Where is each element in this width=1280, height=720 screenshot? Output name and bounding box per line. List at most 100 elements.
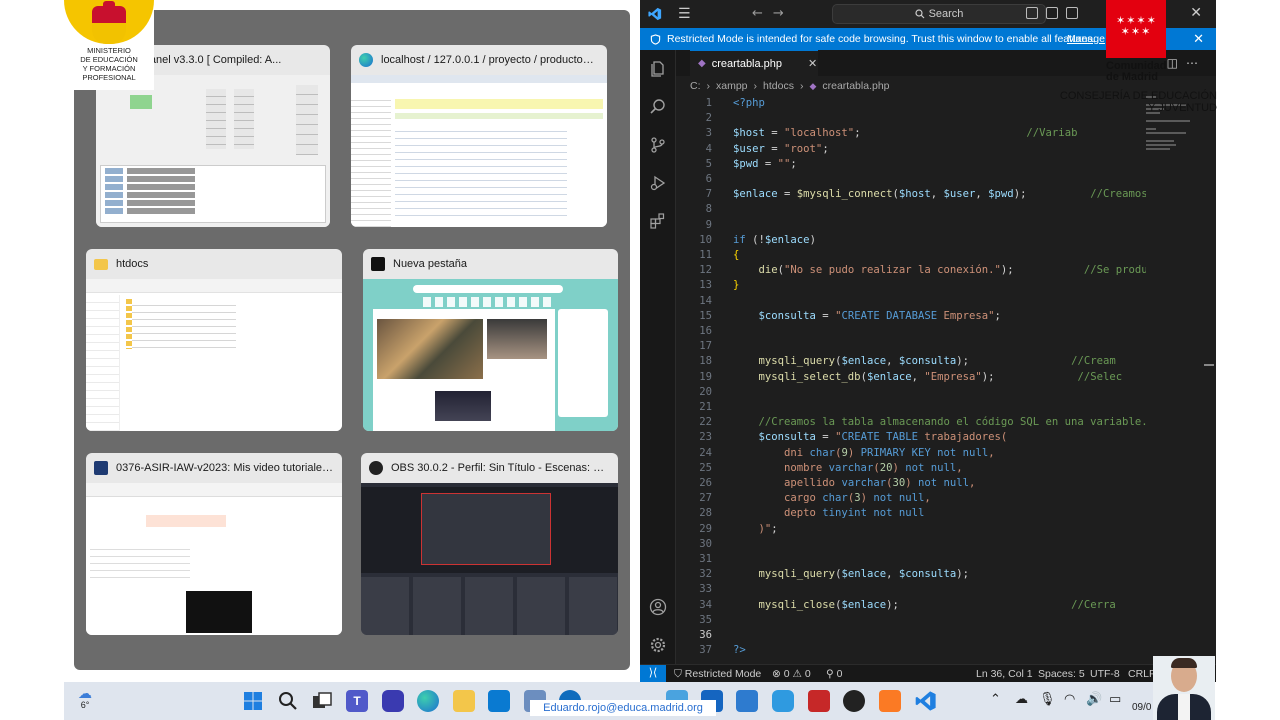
breadcrumb-item[interactable]: xampp (716, 80, 748, 92)
code-line[interactable]: 18 mysqli_query($enlace, $consulta); //C… (676, 354, 1146, 369)
code-line[interactable]: 33 (676, 582, 1146, 597)
zoom-meeting-icon[interactable] (382, 690, 404, 712)
code-line[interactable]: 19 mysqli_select_db($enlace, "Empresa");… (676, 370, 1146, 385)
edge-icon[interactable] (417, 690, 439, 712)
code-line[interactable]: 8 (676, 202, 1146, 217)
toggle-sidebar-icon[interactable] (1026, 7, 1038, 19)
account-icon[interactable] (649, 598, 667, 616)
onedrive-icon[interactable]: ☁ (1015, 692, 1028, 707)
code-line[interactable]: 21 (676, 400, 1146, 415)
toggle-panel-icon[interactable] (1046, 7, 1058, 19)
line-number: 32 (699, 568, 712, 581)
breadcrumb-item[interactable]: creartabla.php (822, 80, 889, 92)
breadcrumb-item[interactable]: htdocs (763, 80, 794, 92)
task-window-new-tab[interactable]: Nueva pestaña (363, 249, 618, 431)
restricted-mode-status[interactable]: ⛉ Restricted Mode (674, 668, 761, 681)
code-line[interactable]: 27 cargo char(3) not null, (676, 491, 1146, 506)
window-preview (363, 279, 618, 431)
source-control-icon[interactable] (649, 136, 667, 154)
search-icon[interactable] (277, 690, 299, 712)
weather-widget[interactable]: ☁ 6° (70, 686, 100, 716)
command-center-search[interactable]: Search (832, 4, 1046, 24)
tab-creartabla[interactable]: ◆ creartabla.php ✕ (690, 50, 818, 76)
code-line[interactable]: 5 $pwd = ""; (676, 157, 1146, 172)
task-view-icon[interactable] (311, 690, 333, 712)
hamburger-menu-icon[interactable]: ☰ (678, 6, 691, 22)
obs-icon[interactable] (843, 690, 865, 712)
line-number: 19 (699, 370, 712, 383)
code-line[interactable]: 3 $host = "localhost"; //Variab (676, 126, 1146, 141)
code-line[interactable]: 37 ?> (676, 643, 1146, 658)
teams-icon[interactable]: T (346, 690, 368, 712)
code-line[interactable]: 9 (676, 218, 1146, 233)
code-line[interactable]: 6 (676, 172, 1146, 187)
battery-icon[interactable]: ▭ (1109, 692, 1121, 707)
code-line[interactable]: 17 (676, 339, 1146, 354)
code-line[interactable]: 4 $user = "root"; (676, 142, 1146, 157)
toggle-secondary-sidebar-icon[interactable] (1066, 7, 1078, 19)
manage-link[interactable]: Manage (1067, 33, 1105, 45)
volume-icon[interactable]: 🔊 (1086, 692, 1102, 707)
code-line[interactable]: 13} (676, 278, 1146, 293)
code-line[interactable]: 36 (676, 628, 1146, 643)
code-line[interactable]: 32 mysqli_query($enlace, $consulta); (676, 567, 1146, 582)
layout-controls[interactable] (1026, 7, 1106, 21)
editor-actions[interactable]: ◫⋯ (1167, 56, 1206, 70)
vscode-icon[interactable] (915, 690, 937, 712)
encoding-status[interactable]: UTF-8 (1090, 668, 1120, 680)
wifi-icon[interactable]: ◠ (1064, 692, 1075, 707)
run-debug-icon[interactable] (649, 174, 667, 192)
task-window-htdocs[interactable]: htdocs (86, 249, 342, 431)
microphone-icon[interactable]: 🎙 (1039, 692, 1056, 707)
code-line[interactable]: 23 $consulta = "CREATE TABLE trabajadore… (676, 430, 1146, 445)
code-line[interactable]: 35 (676, 613, 1146, 628)
code-line[interactable]: 30 (676, 537, 1146, 552)
close-banner-icon[interactable]: ✕ (1193, 31, 1204, 47)
code-line[interactable]: 10 if (!$enlace) (676, 233, 1146, 248)
store-icon[interactable] (488, 690, 510, 712)
eol-status[interactable]: CRLF (1128, 668, 1155, 680)
xampp-icon[interactable] (879, 690, 901, 712)
settings-gear-icon[interactable] (649, 636, 667, 654)
code-line[interactable]: 20 (676, 385, 1146, 400)
code-text: cargo char(3) not null, (733, 492, 931, 505)
code-line[interactable]: 15 $consulta = "CREATE DATABASE Empresa"… (676, 309, 1146, 324)
file-explorer-icon[interactable] (453, 690, 475, 712)
navigation-arrows[interactable]: ←→ (752, 6, 794, 21)
code-line[interactable]: 31 (676, 552, 1146, 567)
task-window-phpmyadmin[interactable]: localhost / 127.0.0.1 / proyecto / produ… (351, 45, 607, 227)
explorer-icon[interactable] (649, 60, 667, 78)
code-line[interactable]: 16 (676, 324, 1146, 339)
search-icon[interactable] (649, 98, 667, 116)
code-line[interactable]: 24 dni char(9) PRIMARY KEY not null, (676, 446, 1146, 461)
indentation-status[interactable]: Spaces: 5 (1038, 668, 1085, 680)
code-line[interactable]: 14 (676, 294, 1146, 309)
code-line[interactable]: 29 )"; (676, 522, 1146, 537)
line-number: 30 (699, 537, 712, 550)
code-line[interactable]: 28 depto tinyint not null (676, 506, 1146, 521)
extensions-icon[interactable] (649, 212, 667, 230)
ports-status[interactable]: ⚲ 0 (826, 668, 842, 680)
code-editor[interactable]: 1 <?php 2 3 $host = "localhost"; //Variab 4 $u… (676, 94, 1146, 664)
code-line[interactable]: 11 { (676, 248, 1146, 263)
code-line[interactable]: 22 //Creamos la tabla almacenando el cód… (676, 415, 1146, 430)
code-line[interactable]: 26 apellido varchar(30) not null, (676, 476, 1146, 491)
clock-date[interactable]: 09/0 (1132, 702, 1151, 713)
code-line[interactable]: 7 $enlace = $mysqli_connect($host, $user,… (676, 187, 1146, 202)
code-line[interactable]: 25 nombre varchar(20) not null, (676, 461, 1146, 476)
close-window-icon[interactable]: ✕ (1190, 5, 1202, 21)
breadcrumb-item[interactable]: C: (690, 80, 701, 92)
problems-status[interactable]: ⊗ 0 ⚠ 0 (772, 668, 811, 680)
chevron-up-icon[interactable]: ⌃ (990, 692, 1001, 707)
cursor-position[interactable]: Ln 36, Col 1 (976, 668, 1033, 680)
code-line[interactable]: 12 die("No se pudo realizar la conexión.… (676, 263, 1146, 278)
code-line[interactable]: 34 mysqli_close($enlace); //Cerra (676, 598, 1146, 613)
photos-icon[interactable] (736, 690, 758, 712)
task-window-aula-virtual[interactable]: 0376-ASIR-IAW-v2023: Mis video tutoriale… (86, 453, 342, 635)
windows-start-icon[interactable] (242, 690, 264, 712)
close-tab-icon[interactable]: ✕ (808, 57, 817, 70)
security-icon[interactable] (808, 690, 830, 712)
remote-desktop-icon[interactable] (772, 690, 794, 712)
task-window-obs[interactable]: OBS 30.0.2 - Perfil: Sin Título - Escena… (361, 453, 618, 635)
remote-indicator-icon[interactable]: ⟩⟨ (640, 665, 666, 682)
